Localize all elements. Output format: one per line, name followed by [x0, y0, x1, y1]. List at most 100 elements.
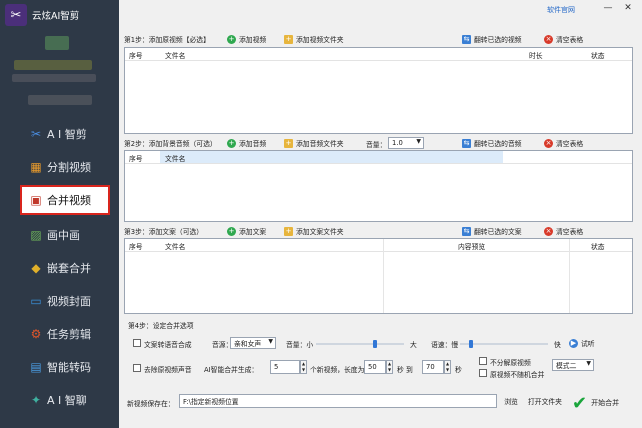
audition-label: 试听 — [581, 340, 595, 348]
sidebar-item-transcode[interactable]: ▤ 智能转码 — [0, 352, 119, 382]
length-max-input[interactable]: 70 — [422, 360, 444, 374]
length-min-stepper[interactable]: ▲ ▼ — [386, 360, 393, 374]
volume-value: 1.0 — [392, 139, 403, 147]
add-audio-button[interactable]: + 添加音频 — [227, 136, 266, 150]
sidebar-item-ai-cut[interactable]: ✂ A I 智剪 — [0, 119, 119, 149]
clear-text-table-button[interactable]: × 清空表格 — [544, 224, 583, 238]
column-divider — [383, 239, 384, 313]
main-panel: 软件官网 — ✕ 第1步：添加原视频【必选】 + 添加视频 + 添加视频文件夹 … — [119, 0, 642, 428]
column-highlight — [160, 151, 503, 163]
step2-title: 第2步：添加背景音频（可选） — [124, 140, 217, 148]
output-path-input[interactable]: F:\指定新视频位置 — [179, 394, 497, 408]
audition-button[interactable]: ▶ 试听 — [569, 336, 595, 350]
browse-button[interactable]: 浏览 — [499, 394, 523, 408]
open-folder-button[interactable]: 打开文件夹 — [524, 394, 566, 408]
clear-icon: × — [544, 138, 553, 148]
voice-select[interactable]: 亲和女声 ▼ — [230, 337, 276, 349]
speed-max-label: 快 — [554, 341, 561, 349]
column-header-filename: 文件名 — [165, 243, 186, 251]
audio-table[interactable]: 序号 文件名 — [124, 150, 633, 222]
add-video-button[interactable]: + 添加视频 — [227, 32, 266, 46]
merge-video-icon: ▣ — [30, 193, 42, 207]
speed-slider[interactable] — [460, 343, 548, 345]
flip-icon: ⇆ — [462, 34, 471, 44]
add-text-folder-button[interactable]: + 添加文案文件夹 — [284, 224, 344, 238]
sidebar-item-ai-chat[interactable]: ✦ A I 智聊 — [0, 385, 119, 415]
close-button[interactable]: ✕ — [622, 3, 634, 13]
sidebar-item-task-edit[interactable]: ⚙ 任务剪辑 — [0, 319, 119, 349]
blurred-username — [14, 60, 92, 70]
add-text-folder-label: 添加文案文件夹 — [296, 228, 344, 236]
mode-select[interactable]: 模式二 ▼ — [552, 359, 594, 371]
add-text-button[interactable]: + 添加文案 — [227, 224, 266, 238]
clear-table-button[interactable]: × 清空表格 — [544, 32, 583, 46]
sidebar-item-nested-merge[interactable]: ◆ 嵌套合并 — [0, 253, 119, 283]
flip-selected-text-button[interactable]: ⇆ 翻转已选的文案 — [462, 224, 522, 238]
flip-selected-video-button[interactable]: ⇆ 翻转已选的视频 — [462, 32, 522, 46]
blurred-info-2 — [28, 95, 92, 105]
sidebar-item-video-cover[interactable]: ▭ 视频封面 — [0, 286, 119, 316]
chevron-down-icon: ▼ — [586, 360, 591, 367]
clear-icon: × — [544, 34, 553, 44]
start-merge-button[interactable]: ✔ 开始合并 — [568, 391, 630, 415]
length-min-input[interactable]: 50 — [364, 360, 386, 374]
tts-checkbox[interactable] — [133, 339, 141, 347]
chevron-down-icon: ▼ — [416, 138, 421, 145]
flip-icon: ⇆ — [462, 226, 471, 236]
folder-plus-icon: + — [284, 138, 293, 148]
sidebar-item-split-video[interactable]: ▦ 分割视频 — [0, 152, 119, 182]
folder-plus-icon: + — [284, 34, 293, 44]
plus-icon: + — [227, 138, 236, 148]
step1-title: 第1步：添加原视频【必选】 — [124, 36, 210, 44]
flip-selected-text-label: 翻转已选的文案 — [474, 228, 522, 236]
minimize-button[interactable]: — — [602, 3, 614, 13]
column-divider — [569, 239, 570, 313]
no-split-checkbox[interactable] — [479, 357, 487, 365]
sidebar-item-picture-in-picture[interactable]: ▨ 画中画 — [0, 220, 119, 250]
ai-merge-count-stepper[interactable]: ▲ ▼ — [300, 360, 307, 374]
add-video-folder-button[interactable]: + 添加视频文件夹 — [284, 32, 344, 46]
column-header-filename: 文件名 — [165, 52, 186, 60]
video-cover-icon: ▭ — [30, 294, 42, 308]
no-split-label: 不分解原视频 — [490, 359, 531, 367]
speed-thumb[interactable] — [468, 340, 473, 348]
column-header-index: 序号 — [129, 155, 143, 163]
no-random-checkbox[interactable] — [479, 369, 487, 377]
column-header-status: 状态 — [591, 243, 605, 251]
output-label: 新视频保存在： — [127, 400, 175, 408]
clear-audio-table-button[interactable]: × 清空表格 — [544, 136, 583, 150]
add-audio-folder-button[interactable]: + 添加音频文件夹 — [284, 136, 344, 150]
flip-icon: ⇆ — [462, 138, 471, 148]
ai-merge-count-input[interactable]: 5 — [270, 360, 300, 374]
length-max-stepper[interactable]: ▲ ▼ — [444, 360, 451, 374]
sidebar: ✂ 云炫AI智剪 ✂ A I 智剪 ▦ 分割视频 ▣ 合并视频 ▨ 画中画 ◆ … — [0, 0, 119, 428]
text-table[interactable]: 序号 文件名 内容预览 状态 — [124, 238, 633, 314]
tts-volume-slider[interactable] — [316, 343, 404, 345]
remove-audio-checkbox[interactable] — [133, 364, 141, 372]
tts-label: 文案转语音合成 — [144, 341, 192, 349]
column-header-duration: 时长 — [529, 52, 543, 60]
sidebar-item-merge-video[interactable]: ▣ 合并视频 — [20, 185, 110, 215]
video-table[interactable]: 序号 文件名 时长 状态 — [124, 47, 633, 134]
flip-selected-audio-button[interactable]: ⇆ 翻转已选的音频 — [462, 136, 522, 150]
merge-options: 第4步：设定合并选项 文案转语音合成 音源： 亲和女声 ▼ 音量：小 大 语速：… — [124, 317, 634, 385]
clear-table-label: 清空表格 — [556, 36, 584, 44]
speed-label: 语速：慢 — [431, 341, 459, 349]
app-name: 云炫AI智剪 — [32, 11, 80, 22]
audio-table-header: 序号 文件名 — [125, 151, 632, 164]
tts-volume-thumb[interactable] — [372, 340, 377, 348]
column-header-content-preview: 内容预览 — [458, 243, 486, 251]
task-edit-icon: ⚙ — [30, 327, 42, 341]
picture-in-picture-icon: ▨ — [30, 228, 42, 242]
scissors-icon: ✂ — [5, 4, 27, 26]
add-video-label: 添加视频 — [239, 36, 267, 44]
split-video-icon: ▦ — [30, 160, 42, 174]
official-site-link[interactable]: 软件官网 — [547, 5, 575, 15]
step2-toolbar: 第2步：添加背景音频（可选） + 添加音频 + 添加音频文件夹 音量： 1.0 … — [124, 136, 632, 150]
step3-title: 第3步：添加文案（可选） — [124, 228, 204, 236]
top-bar: 软件官网 — ✕ — [119, 0, 642, 28]
sidebar-item-label: A I 智聊 — [47, 394, 87, 407]
volume-select[interactable]: 1.0 ▼ — [388, 137, 424, 149]
flip-selected-audio-label: 翻转已选的音频 — [474, 140, 522, 148]
ai-cut-icon: ✂ — [30, 127, 42, 141]
